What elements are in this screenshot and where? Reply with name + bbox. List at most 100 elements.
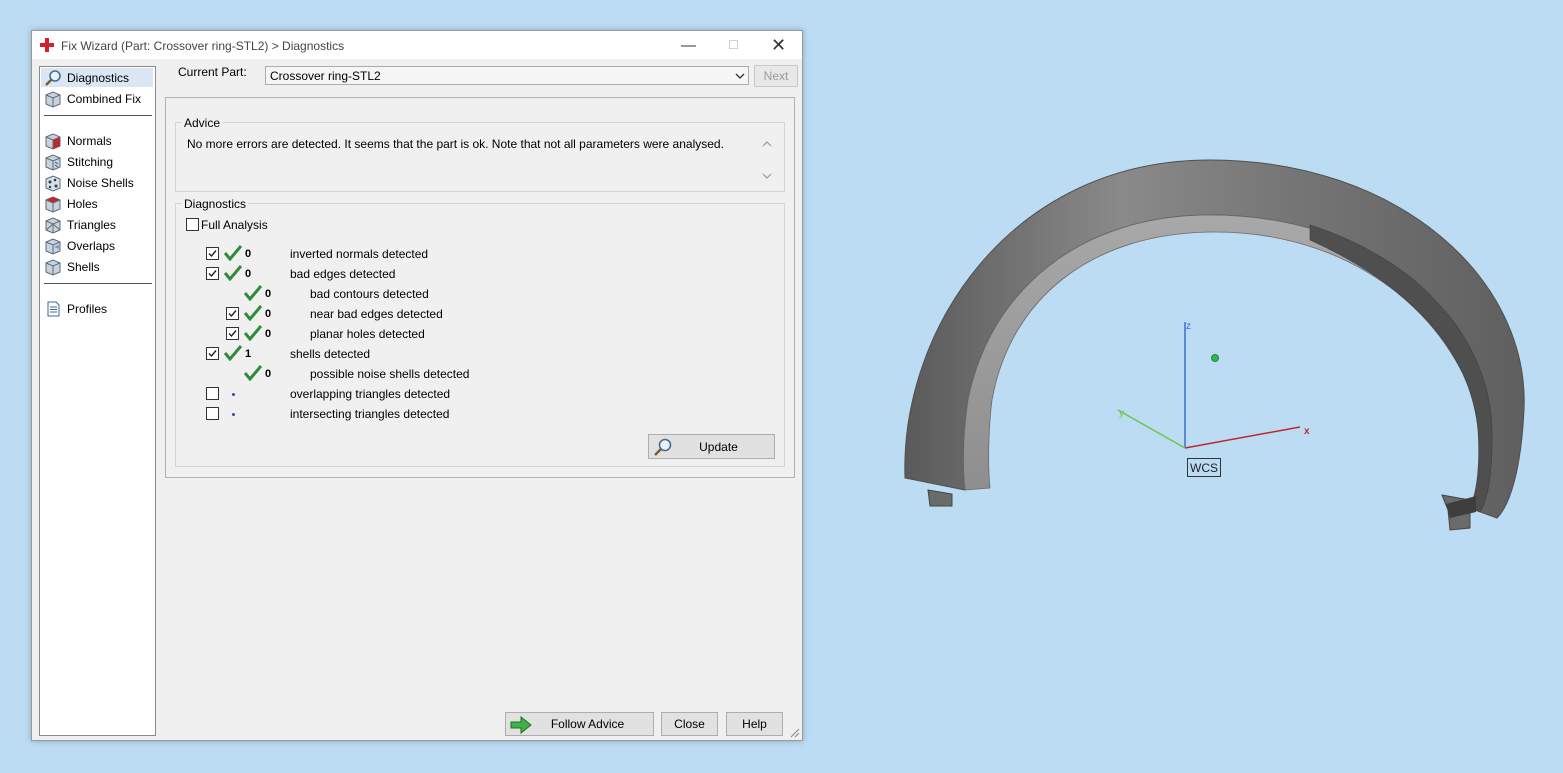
- advice-group-title: Advice: [182, 116, 223, 130]
- close-window-button[interactable]: ✕: [756, 31, 801, 59]
- near-bad-edges-checkbox[interactable]: [226, 307, 239, 320]
- current-part-value: Crossover ring-STL2: [270, 69, 381, 83]
- ok-check-icon: [224, 245, 242, 261]
- sidebar-item-label: Stitching: [67, 154, 114, 169]
- sidebar-item-combined-fix[interactable]: Combined Fix: [41, 89, 153, 108]
- sidebar-item-label: Profiles: [67, 301, 108, 316]
- diagnostic-label: near bad edges detected: [310, 307, 443, 321]
- sidebar-separator: [44, 283, 152, 284]
- sidebar-item-label: Triangles: [67, 217, 116, 232]
- sidebar-item-label: Combined Fix: [67, 91, 142, 106]
- y-axis: [1117, 409, 1186, 449]
- sidebar-item-label: Shells: [67, 259, 100, 274]
- sidebar-item-normals[interactable]: Normals: [41, 131, 153, 150]
- ok-check-icon: [244, 285, 262, 301]
- diagnostic-count: 0: [265, 328, 272, 340]
- ok-check-icon: [244, 305, 262, 321]
- full-analysis-checkbox[interactable]: [186, 218, 199, 231]
- diagnostic-count: 1: [245, 348, 252, 360]
- resize-grip-icon[interactable]: [790, 728, 800, 738]
- sidebar-item-label: Diagnostics: [67, 70, 130, 85]
- x-axis: [1184, 426, 1301, 449]
- sidebar-item-stitching[interactable]: Stitching: [41, 152, 153, 171]
- planar-holes-checkbox[interactable]: [226, 327, 239, 340]
- triangles-cube-icon: [45, 216, 61, 234]
- arrow-right-icon: [510, 716, 532, 734]
- magnifier-icon: [45, 69, 61, 86]
- diagnostic-label: overlapping triangles detected: [290, 387, 451, 401]
- ok-check-icon: [224, 265, 242, 281]
- pivot-point[interactable]: [1211, 354, 1219, 362]
- shells-cube-icon: [45, 258, 61, 276]
- diagnostic-label: bad edges detected: [290, 267, 396, 281]
- cube-icon: [45, 90, 61, 108]
- normals-cube-icon: [45, 132, 61, 150]
- wcs-label: WCS: [1187, 458, 1221, 477]
- document-icon: [47, 301, 60, 316]
- shells-checkbox[interactable]: [206, 347, 219, 360]
- sidebar-item-noise-shells[interactable]: Noise Shells: [41, 173, 153, 192]
- holes-cube-icon: [45, 195, 61, 213]
- overlapping-triangles-checkbox[interactable]: [206, 387, 219, 400]
- ok-check-icon: [224, 345, 242, 361]
- diagnostic-count: 0: [245, 268, 252, 280]
- magnifier-icon: [654, 438, 672, 456]
- intersecting-triangles-checkbox[interactable]: [206, 407, 219, 420]
- noise-shells-icon: [45, 174, 61, 192]
- sidebar-item-diagnostics[interactable]: Diagnostics: [41, 68, 153, 87]
- bad-edges-checkbox[interactable]: [206, 267, 219, 280]
- sidebar-item-shells[interactable]: Shells: [41, 257, 153, 276]
- y-axis-label: y: [1119, 408, 1124, 419]
- sidebar-item-overlaps[interactable]: Overlaps: [41, 236, 153, 255]
- fix-wizard-cross-icon: [40, 38, 54, 52]
- ok-check-icon: [244, 365, 262, 381]
- diagnostic-count: 0: [245, 248, 252, 260]
- diagnostic-count: 0: [265, 288, 272, 300]
- inverted-normals-checkbox[interactable]: [206, 247, 219, 260]
- diagnostic-count: 0: [265, 308, 272, 320]
- sidebar-separator: [44, 115, 152, 116]
- full-analysis-label: Full Analysis: [201, 218, 268, 232]
- sidebar-item-label: Noise Shells: [67, 175, 134, 190]
- diagnostic-label: shells detected: [290, 347, 371, 361]
- chevron-down-icon: [735, 73, 745, 79]
- sidebar-item-label: Normals: [67, 133, 112, 148]
- close-button[interactable]: Close: [661, 712, 718, 736]
- follow-advice-label: Follow Advice: [550, 717, 625, 731]
- diagnostics-group-title: Diagnostics: [182, 197, 249, 211]
- not-analysed-dot-icon: [232, 413, 235, 416]
- update-label: Update: [699, 439, 738, 454]
- sidebar-item-holes[interactable]: Holes: [41, 194, 153, 213]
- follow-advice-button[interactable]: Follow Advice: [505, 712, 654, 736]
- diagnostic-count: 0: [265, 368, 272, 380]
- stitching-cube-icon: [45, 153, 61, 171]
- ok-check-icon: [244, 325, 262, 341]
- title-bar[interactable]: Fix Wizard (Part: Crossover ring-STL2) >…: [32, 31, 802, 59]
- advice-scrollbar[interactable]: [760, 137, 774, 183]
- next-button[interactable]: Next: [754, 65, 798, 87]
- current-part-label: Current Part:: [178, 65, 247, 79]
- fix-wizard-dialog: Fix Wizard (Part: Crossover ring-STL2) >…: [31, 30, 803, 741]
- window-title: Fix Wizard (Part: Crossover ring-STL2) >…: [61, 39, 345, 53]
- not-analysed-dot-icon: [232, 393, 235, 396]
- diagnostic-label: inverted normals detected: [290, 247, 429, 261]
- minimize-button[interactable]: —: [666, 31, 711, 59]
- fix-steps-sidebar: Diagnostics Combined Fix Normals Stitchi…: [39, 66, 156, 736]
- update-button[interactable]: Update: [648, 434, 775, 459]
- advice-text: No more errors are detected. It seems th…: [187, 137, 724, 151]
- sidebar-item-profiles[interactable]: Profiles: [41, 299, 153, 318]
- diagnostic-label: bad contours detected: [310, 287, 429, 301]
- maximize-button[interactable]: ☐: [711, 31, 756, 59]
- sidebar-item-label: Holes: [67, 196, 98, 211]
- sidebar-item-label: Overlaps: [67, 238, 116, 253]
- diagnostic-label: planar holes detected: [310, 327, 425, 341]
- advice-group: [175, 122, 785, 192]
- diagnostic-label: possible noise shells detected: [310, 367, 470, 381]
- sidebar-item-triangles[interactable]: Triangles: [41, 215, 153, 234]
- z-axis-label: z: [1186, 321, 1191, 332]
- x-axis-label: x: [1304, 426, 1310, 437]
- diagnostic-label: intersecting triangles detected: [290, 407, 450, 421]
- overlaps-cube-icon: [45, 237, 61, 255]
- current-part-dropdown[interactable]: Crossover ring-STL2: [265, 66, 749, 85]
- help-button[interactable]: Help: [726, 712, 783, 736]
